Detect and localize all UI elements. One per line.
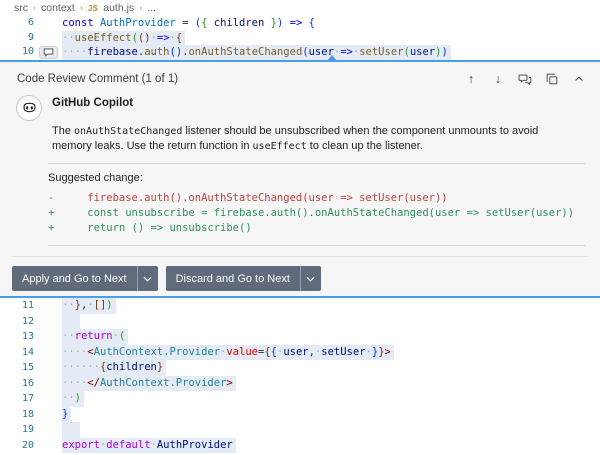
code-line-6[interactable]: 6 const AuthProvider = ({ children }) => … <box>0 16 600 31</box>
line-number: 6 <box>27 17 34 28</box>
editor-top-region: src › context › JS auth.js ›... 6 const AuthPro… <box>0 0 600 61</box>
code-line-12[interactable]: 12 <box>0 313 600 330</box>
diff-sign: - <box>48 192 55 205</box>
code-lines-bottom: 11 ··},·[]) 12 13 ··return·( 14 ····<AuthConte… <box>0 298 600 455</box>
breadcrumb-item[interactable]: auth.js <box>103 2 134 14</box>
line-number: 19 <box>21 424 34 436</box>
comment-author: GitHub Copilot <box>52 97 134 110</box>
line-number: 15 <box>21 362 34 374</box>
code-line-20[interactable]: 20 export·default·AuthProvider <box>0 437 600 454</box>
diff-sign: + <box>48 207 55 220</box>
code-line-13[interactable]: 13 ··return·( <box>0 329 600 345</box>
code-line-18[interactable]: 18} <box>0 406 600 423</box>
divider <box>48 163 585 165</box>
copilot-avatar-icon <box>16 95 42 122</box>
review-actions: Apply and Go to Next Discard and Go to N… <box>12 266 600 292</box>
breadcrumb: src › context › JS auth.js ›... <box>0 0 600 16</box>
suggested-diff: - firebase.auth().onAuthStateChanged(use… <box>0 191 600 236</box>
comment-body-line: The onAuthStateChanged listener should b… <box>52 125 539 138</box>
code-text: const AuthProvider = ({ children }) => { <box>62 17 315 29</box>
code-text: ····firebase.auth().onAuthStateChanged(u… <box>62 45 451 61</box>
code-text <box>62 422 80 438</box>
code-text: ··return·( <box>62 329 129 345</box>
arrow-up-icon[interactable]: ↑ <box>464 72 478 86</box>
line-number: 14 <box>21 346 34 358</box>
code-line-15[interactable]: 15 ······{children} <box>0 360 600 376</box>
diff-sign: + <box>48 222 55 235</box>
code-text: ······{children} <box>62 360 167 376</box>
comment-author-row: GitHub Copilot <box>16 95 600 122</box>
arrow-down-icon[interactable]: ↓ <box>491 72 505 86</box>
code-text: } <box>62 406 72 423</box>
code-lines-top: 6 const AuthProvider = ({ children }) => … <box>0 16 600 61</box>
discard-dropdown-chevron-icon[interactable] <box>299 266 321 292</box>
panel-title: Code Review Comment (1 of 1) <box>17 73 179 86</box>
code-line-16[interactable]: 16 ····</AuthContext.Provider> <box>0 375 600 392</box>
code-line-14[interactable]: 14 ····<AuthContext.Provider·value={{·use… <box>0 344 600 361</box>
diff-line-del: - firebase.auth().onAuthStateChanged(use… <box>0 191 600 206</box>
diff-code: firebase.auth().onAuthStateChanged(user … <box>62 192 448 205</box>
breadcrumb-separator: › <box>79 2 83 13</box>
breadcrumb-item[interactable]: src <box>14 2 28 14</box>
comment-discussion-icon[interactable] <box>518 72 532 86</box>
chevron-up-icon[interactable] <box>572 72 586 86</box>
line-number: 20 <box>21 439 34 451</box>
apply-dropdown-chevron-icon[interactable] <box>136 266 158 292</box>
line-number: 18 <box>21 408 34 420</box>
code-line-19[interactable]: 19 <box>0 422 600 438</box>
line-number: 13 <box>21 331 34 343</box>
comment-body-line: memory leaks. Use the return function in… <box>52 140 423 153</box>
breadcrumb-item[interactable]: context <box>41 2 75 14</box>
line-number: 12 <box>21 315 34 327</box>
code-review-panel: Code Review Comment (1 of 1) ↑ ↓ GitHub … <box>0 55 600 299</box>
code-line-9[interactable]: 9 ··useEffect(()·=>·{ <box>0 30 600 46</box>
suggested-change-label: Suggested change: <box>48 172 143 185</box>
peek-arrow <box>326 55 338 63</box>
line-number: 16 <box>21 377 34 389</box>
comment-body: The onAuthStateChanged listener should b… <box>52 124 582 154</box>
divider <box>48 245 585 247</box>
code-text: ····<AuthContext.Provider·value={{·user,… <box>62 344 394 361</box>
diff-line-add: + return () => unsubscribe() <box>0 221 600 236</box>
diff-line-add: + const unsubscribe = firebase.auth().on… <box>0 206 600 221</box>
breadcrumb-separator: › <box>139 2 143 13</box>
code-text: export·default·AuthProvider <box>62 437 236 454</box>
breadcrumb-item[interactable]: ... <box>147 2 156 14</box>
divider <box>12 256 588 258</box>
copy-icon[interactable] <box>545 72 559 86</box>
line-number: 10 <box>21 46 34 58</box>
code-text: ··},·[]) <box>62 298 116 314</box>
panel-toolbar: ↑ ↓ <box>464 72 586 86</box>
code-text: ····</AuthContext.Provider> <box>62 375 236 392</box>
comment-thread-icon[interactable] <box>38 46 58 60</box>
panel-header: Code Review Comment (1 of 1) ↑ ↓ <box>0 62 600 88</box>
vscode-editor-window: src › context › JS auth.js ›... 6 const AuthPro… <box>0 0 600 455</box>
code-text: ··) <box>62 391 84 407</box>
line-number: 17 <box>21 393 34 405</box>
code-text <box>62 313 80 330</box>
code-line-17[interactable]: 17 ··) <box>0 391 600 407</box>
code-line-10[interactable]: 10 ····firebase.auth().onAuthStateChanged… <box>0 45 600 61</box>
breadcrumb-separator: › <box>33 2 36 13</box>
code-text: ··useEffect(()·=>·{ <box>62 30 186 46</box>
line-number: 9 <box>27 31 34 43</box>
discard-and-next-button[interactable]: Discard and Go to Next <box>165 266 321 292</box>
code-line-11[interactable]: 11 ··},·[]) <box>0 298 600 314</box>
diff-code: const unsubscribe = firebase.auth().onAu… <box>62 207 575 220</box>
apply-and-next-button[interactable]: Apply and Go to Next <box>12 266 158 292</box>
js-file-icon: JS <box>87 3 99 13</box>
line-number: 11 <box>21 300 34 312</box>
diff-code: return () => unsubscribe() <box>62 222 252 235</box>
